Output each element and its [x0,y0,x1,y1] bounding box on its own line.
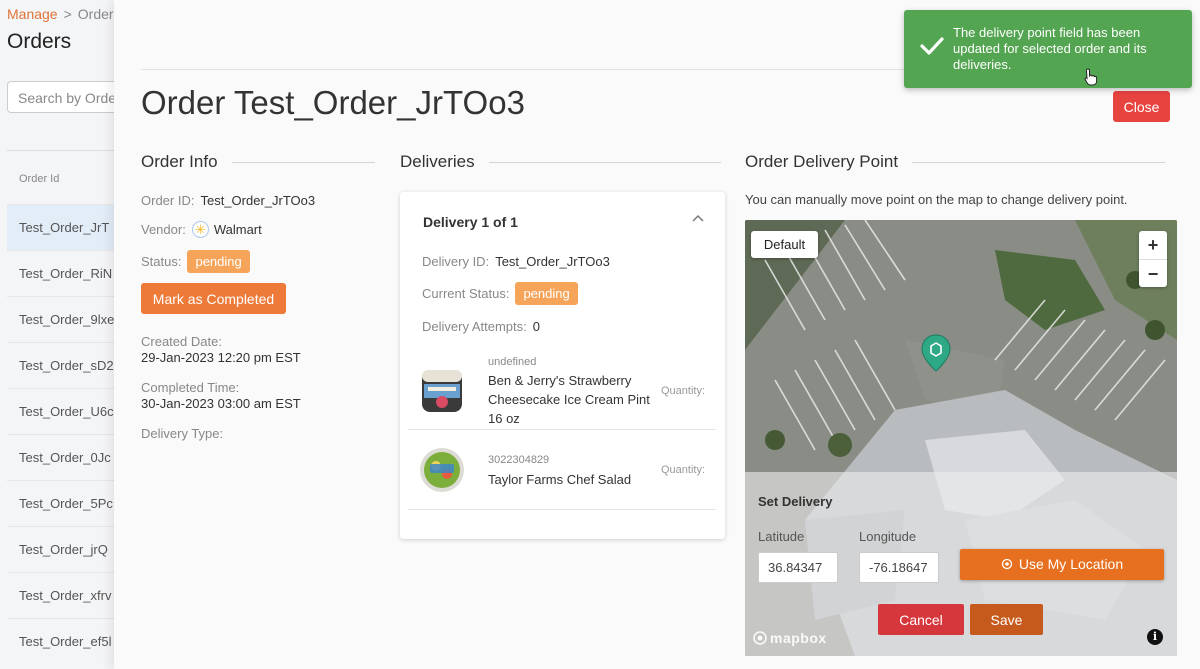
target-icon [1001,557,1013,573]
zoom-controls: + − [1139,231,1167,287]
chevron-up-icon[interactable] [692,210,704,225]
attempts-label: Delivery Attempts: [422,319,527,334]
salad-product-image [416,444,468,496]
mapbox-mark-icon [753,631,767,648]
order-title: Order Test_Order_JrTOo3 [141,84,525,121]
close-button[interactable]: Close [1113,91,1170,122]
mapbox-logo-text: mapbox [770,630,827,646]
section-heading-deliveries: Deliveries [400,152,721,172]
delivery-type-label: Delivery Type: [141,426,224,441]
delivery-card: Delivery 1 of 1 Delivery ID: Test_Order_… [400,192,725,539]
heading-rule [912,161,1166,163]
current-status-label: Current Status: [422,286,510,301]
delivery-point-heading: Order Delivery Point [745,152,899,171]
set-delivery-title: Set Delivery [758,494,833,509]
latitude-label: Latitude [758,529,805,544]
table-row[interactable]: Test_Order_xfrv [7,572,127,618]
save-button[interactable]: Save [970,604,1043,635]
ice-cream-product-image [416,364,468,416]
default-location-button[interactable]: Default [751,231,818,258]
item-code: 3022304829 [488,454,550,466]
walmart-spark-icon: ✳ [191,220,209,238]
completed-time-label: Completed Time: [141,380,240,395]
delivery-point-description: You can manually move point on the map t… [745,192,1128,207]
mapbox-logo[interactable]: mapbox [753,630,827,648]
item-quantity-label: Quantity: [661,464,706,476]
orders-table: Test_Order_JrT Test_Order_RiN Test_Order… [7,204,127,664]
table-row[interactable]: Test_Order_RiN [7,250,127,296]
zoom-out-button[interactable]: − [1139,259,1167,287]
item-quantity-label: Quantity: [661,385,706,397]
table-row[interactable]: Test_Order_U6c [7,388,127,434]
table-row[interactable]: Test_Order_jrQ [7,526,127,572]
list-item: undefined Ben & Jerry's Strawberry Chees… [408,350,716,430]
table-row[interactable]: Test_Order_JrT [7,204,127,250]
attempts-value: 0 [532,319,540,334]
created-date-label: Created Date: [141,334,222,349]
table-row[interactable]: Test_Order_5Pc [7,480,127,526]
status-badge: pending [187,249,250,273]
breadcrumb: Manage > Order [7,6,114,22]
success-toast[interactable]: The delivery point field has been update… [904,10,1192,88]
attempts-line: Delivery Attempts: 0 [422,319,540,334]
list-item: 3022304829 Taylor Farms Chef Salad Quant… [408,430,716,510]
order-id-value: Test_Order_JrTOo3 [200,192,316,208]
item-name: Ben & Jerry's Strawberry Cheesecake Ice … [488,373,650,426]
longitude-input[interactable]: -76.18647 [859,552,939,583]
current-status-badge: pending [515,282,578,305]
delivery-id-line: Delivery ID: Test_Order_JrTOo3 [422,254,610,269]
deliveries-heading: Deliveries [400,152,475,171]
created-date-value: 29-Jan-2023 12:20 pm EST [141,350,301,365]
delivery-card-title: Delivery 1 of 1 [423,214,518,230]
mark-as-completed-button[interactable]: Mark as Completed [141,283,286,314]
breadcrumb-current: Order [77,6,114,22]
delivery-id-label: Delivery ID: [422,254,490,269]
heading-rule [231,161,375,163]
vendor-label: Vendor: [141,221,186,237]
completed-time-value: 30-Jan-2023 03:00 am EST [141,396,301,411]
breadcrumb-manage-link[interactable]: Manage [7,6,58,22]
zoom-in-button[interactable]: + [1139,231,1167,259]
item-code: undefined [488,356,537,368]
status-label: Status: [141,253,182,269]
order-id-label: Order ID: [141,192,195,208]
set-delivery-panel: Set Delivery Latitude Longitude 36.84347… [745,472,1177,656]
cancel-button[interactable]: Cancel [878,604,964,635]
toast-message: The delivery point field has been update… [953,25,1147,72]
table-row[interactable]: Test_Order_9lxe [7,296,127,342]
page-title: Orders [7,30,72,53]
current-status-line: Current Status: pending [422,282,578,305]
check-icon [920,36,944,61]
table-row[interactable]: Test_Order_0Jc [7,434,127,480]
breadcrumb-separator: > [63,6,72,22]
order-info-panel: Order ID: Test_Order_JrTOo3 Vendor: ✳ Wa… [141,190,381,442]
use-my-location-button[interactable]: Use My Location [960,549,1164,580]
section-heading-order-info: Order Info [141,152,375,172]
longitude-label: Longitude [859,529,917,544]
table-row[interactable]: Test_Order_sD2 [7,342,127,388]
column-header-order-id[interactable]: Order Id [7,150,127,204]
section-heading-delivery-point: Order Delivery Point [745,152,1166,172]
use-my-location-label: Use My Location [1018,555,1124,572]
heading-rule [488,161,721,163]
delivery-map[interactable]: Default + − Set Delivery Latitude Longit… [745,220,1177,656]
map-attribution-info-icon[interactable]: i [1147,629,1163,645]
table-row[interactable]: Test_Order_ef5l [7,618,127,664]
delivery-id-value: Test_Order_JrTOo3 [495,254,610,269]
hand-cursor-icon [1084,68,1098,91]
order-detail-drawer: Order Test_Order_JrTOo3 Close Order Info… [114,0,1200,669]
vendor-value: Walmart [213,221,262,237]
order-info-heading: Order Info [141,152,218,171]
item-name: Taylor Farms Chef Salad [488,472,632,487]
map-location-pin-icon[interactable] [919,333,953,378]
latitude-input[interactable]: 36.84347 [758,552,838,583]
